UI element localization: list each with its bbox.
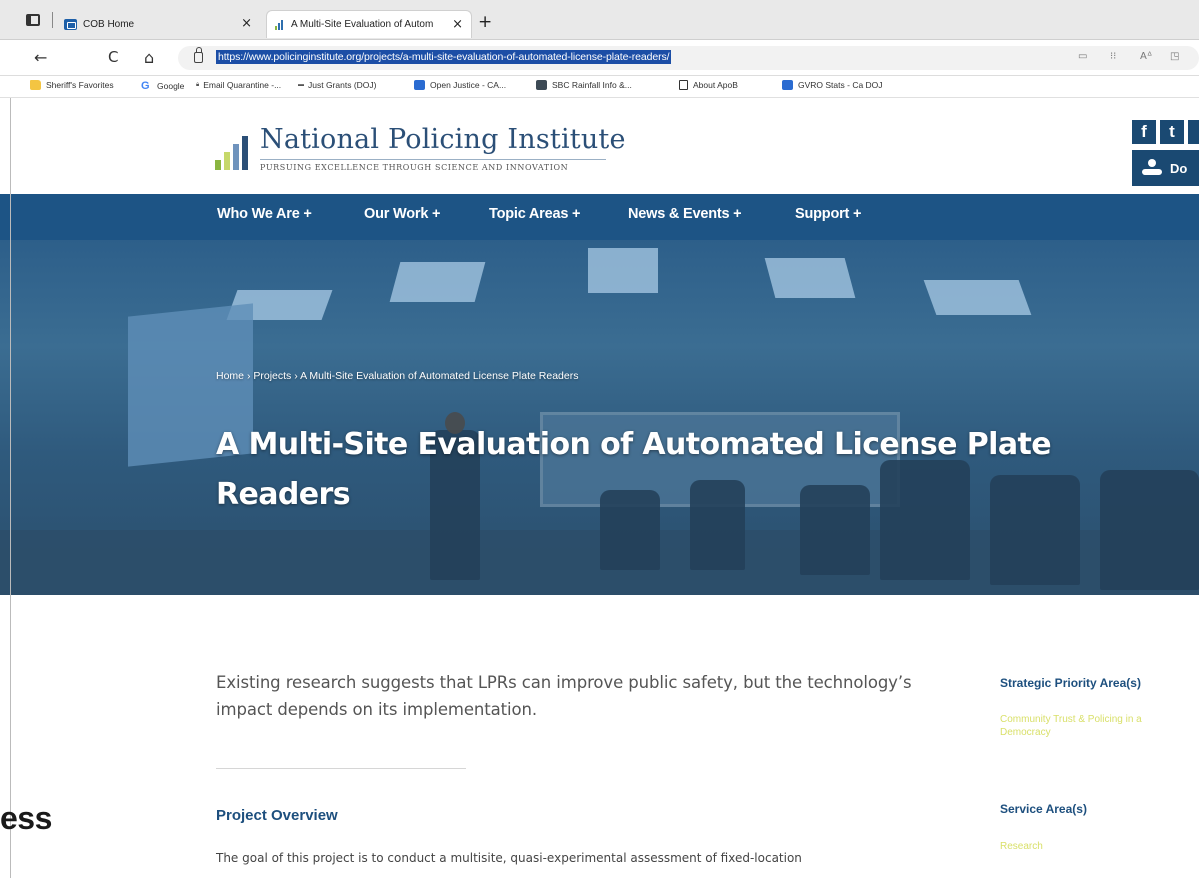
doj-icon: ▬	[298, 82, 304, 88]
browser-tab-bar: COB Home × A Multi-Site Evaluation of Au…	[0, 0, 1199, 40]
google-icon: G	[141, 80, 150, 92]
main-navigation: Who We Are + Our Work + Topic Areas + Ne…	[0, 194, 1199, 240]
address-bar-row: ← C ⌂ https://www.policinginstitute.org/…	[0, 40, 1199, 76]
section-title-project-overview: Project Overview	[216, 807, 338, 824]
bookmark-label: SBC Rainfall Info &...	[552, 80, 632, 90]
service-area-title: Service Area(s)	[1000, 802, 1087, 816]
new-tab-button[interactable]: +	[478, 12, 492, 32]
site-header: National Policing Institute Pursuing Exc…	[0, 98, 1199, 194]
social-icon-partial[interactable]	[1188, 120, 1199, 144]
page-icon	[679, 80, 688, 90]
logo-bars-icon[interactable]	[215, 136, 248, 170]
donate-hand-icon	[1142, 159, 1162, 177]
hero-banner: Home › Projects › A Multi-Site Evaluatio…	[0, 240, 1199, 595]
npi-favicon-icon	[275, 19, 283, 30]
back-icon[interactable]: ←	[34, 48, 47, 67]
close-tab-icon[interactable]: ×	[452, 17, 463, 32]
tab-multi-site-evaluation[interactable]: A Multi-Site Evaluation of Autom ×	[266, 10, 472, 38]
apps-icon[interactable]: ⁝⁝	[1110, 51, 1116, 62]
split-screen-icon[interactable]: ◳	[1170, 51, 1179, 62]
breadcrumb: Home › Projects › A Multi-Site Evaluatio…	[216, 370, 578, 382]
nav-news-events[interactable]: News & Events +	[628, 206, 742, 222]
bookmark-label: Email Quarantine -...	[203, 80, 282, 90]
bookmark-about-apob[interactable]: About ApoB	[679, 80, 738, 90]
intro-text: Existing research suggests that LPRs can…	[216, 673, 912, 719]
open-justice-icon	[414, 80, 425, 90]
content-divider	[216, 768, 466, 769]
logo-title[interactable]: National Policing Institute	[260, 124, 626, 155]
open-justice-icon	[782, 80, 793, 90]
bookmark-label: Just Grants (DOJ)	[308, 80, 377, 90]
nav-topic-areas[interactable]: Topic Areas +	[489, 206, 580, 222]
reader-view-icon[interactable]: ▭	[1078, 51, 1087, 62]
project-overview-text: The goal of this project is to conduct a…	[216, 851, 802, 865]
bookmark-sbc-rainfall[interactable]: SBC Rainfall Info &...	[536, 80, 632, 90]
nav-our-work[interactable]: Our Work +	[364, 206, 440, 222]
url-field[interactable]: https://www.policinginstitute.org/projec…	[178, 46, 1199, 70]
tab-cob-home[interactable]: COB Home ×	[64, 10, 260, 38]
rainfall-icon	[536, 80, 547, 90]
twitter-icon[interactable]: t	[1160, 120, 1184, 144]
service-area-link[interactable]: Research	[1000, 840, 1190, 853]
ceiling-light	[764, 258, 856, 298]
bookmark-just-grants[interactable]: ▬ Just Grants (DOJ)	[298, 80, 376, 90]
close-tab-icon[interactable]: ×	[241, 16, 252, 31]
bookmark-label: Google	[157, 81, 185, 91]
bookmark-label: GVRO Stats - Ca DOJ	[798, 80, 883, 90]
bookmark-gvro-stats[interactable]: GVRO Stats - Ca DOJ	[782, 80, 883, 90]
logo-tagline: Pursuing Excellence through Science and …	[260, 163, 569, 172]
facebook-icon[interactable]: f	[1132, 120, 1156, 144]
breadcrumb-separator: ›	[294, 370, 298, 382]
breadcrumb-projects[interactable]: Projects	[253, 370, 291, 382]
overlapping-window-edge	[10, 98, 11, 878]
folder-icon	[30, 80, 41, 90]
bookmarks-bar: Sheriff's Favorites G Google 🔒︎ Email Qu…	[0, 76, 1199, 98]
main-content: Existing research suggests that LPRs can…	[0, 595, 1199, 878]
ceiling-light	[389, 262, 486, 302]
background-window-text: ess	[0, 800, 52, 836]
tab-actions-icon[interactable]	[26, 14, 40, 26]
nav-support[interactable]: Support +	[795, 206, 861, 222]
breadcrumb-current: A Multi-Site Evaluation of Automated Lic…	[300, 370, 579, 382]
strategic-priority-link[interactable]: Community Trust & Policing in a Democrac…	[1000, 713, 1190, 739]
breadcrumb-home[interactable]: Home	[216, 370, 244, 382]
bookmark-open-justice[interactable]: Open Justice - CA...	[414, 80, 506, 90]
bookmark-label: About ApoB	[693, 80, 738, 90]
lock-icon: 🔒︎	[196, 81, 200, 88]
donate-label: Do	[1170, 160, 1188, 176]
tab-label: COB Home	[83, 18, 135, 30]
tab-separator	[52, 12, 53, 28]
breadcrumb-separator: ›	[246, 370, 251, 382]
strategic-priority-title: Strategic Priority Area(s)	[1000, 676, 1141, 690]
cob-favicon-icon	[64, 18, 77, 30]
url-text[interactable]: https://www.policinginstitute.org/projec…	[216, 50, 672, 64]
lock-icon[interactable]	[194, 47, 203, 63]
ceiling-light	[588, 248, 658, 293]
bookmark-google[interactable]: G Google	[141, 80, 184, 92]
donate-button[interactable]: Do	[1132, 150, 1199, 186]
home-icon[interactable]: ⌂	[144, 48, 154, 67]
nav-who-we-are[interactable]: Who We Are +	[217, 206, 312, 222]
web-page: National Policing Institute Pursuing Exc…	[0, 98, 1199, 878]
page-title: A Multi-Site Evaluation of Automated Lic…	[216, 427, 1052, 512]
ceiling-light	[923, 280, 1032, 315]
tab-label: A Multi-Site Evaluation of Autom	[291, 19, 434, 30]
bookmark-label: Sheriff's Favorites	[46, 80, 114, 90]
bookmark-label: Open Justice - CA...	[430, 80, 507, 90]
read-aloud-icon[interactable]: Aᐞ	[1140, 51, 1152, 62]
reload-icon[interactable]: C	[108, 48, 118, 66]
logo-divider	[260, 159, 606, 160]
bookmark-email-quarantine[interactable]: 🔒︎ Email Quarantine -...	[196, 80, 281, 90]
bookmark-sheriffs-favorites[interactable]: Sheriff's Favorites	[30, 80, 114, 90]
